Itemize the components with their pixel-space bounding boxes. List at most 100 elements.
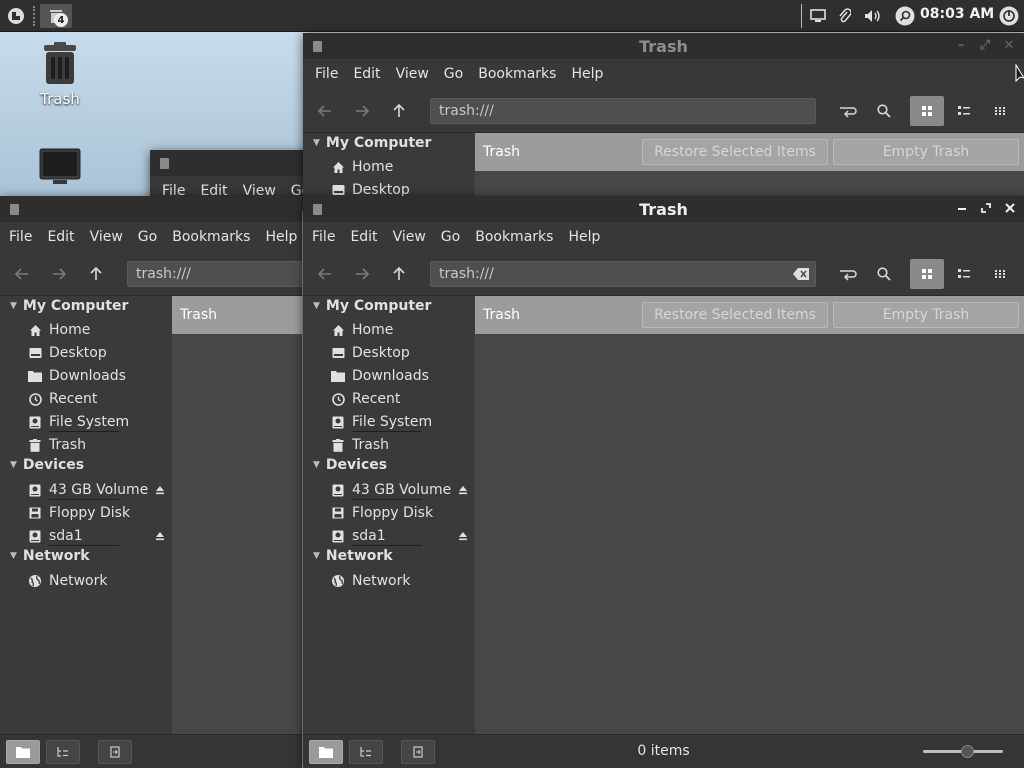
- menu-edit[interactable]: Edit: [47, 229, 74, 245]
- menu-button[interactable]: [4, 4, 28, 28]
- search-button[interactable]: [872, 262, 896, 286]
- menu-file[interactable]: File: [312, 229, 335, 245]
- icon-view-button[interactable]: [910, 96, 944, 126]
- desktop-computer-icon[interactable]: [20, 148, 100, 186]
- forward-button[interactable]: [350, 99, 374, 123]
- menu-edit[interactable]: Edit: [350, 229, 377, 245]
- empty-trash-button[interactable]: Empty Trash: [833, 302, 1019, 328]
- menu-view[interactable]: View: [90, 229, 123, 245]
- sidebar-item-desktop[interactable]: Desktop: [28, 343, 171, 363]
- menu-help[interactable]: Help: [265, 229, 297, 245]
- sidebar-item-recent[interactable]: Recent: [28, 389, 171, 409]
- list-view-button[interactable]: [947, 96, 981, 126]
- close-button[interactable]: ✕: [1002, 38, 1016, 53]
- sidebar-item-recent[interactable]: Recent: [331, 389, 474, 409]
- hide-sidebar-button[interactable]: [98, 740, 132, 764]
- toggle-location-button[interactable]: [836, 262, 860, 286]
- restore-selected-button[interactable]: Restore Selected Items: [642, 302, 828, 328]
- toggle-location-button[interactable]: [836, 99, 860, 123]
- eject-icon[interactable]: [458, 485, 468, 495]
- sidebar-item-downloads[interactable]: Downloads: [28, 366, 171, 386]
- sidebar-item-floppy-disk[interactable]: Floppy Disk: [331, 503, 474, 523]
- menu-view[interactable]: View: [393, 229, 426, 245]
- menu-go[interactable]: Go: [444, 66, 463, 82]
- window-titlebar[interactable]: [0, 196, 302, 222]
- sidebar-item-sda1[interactable]: sda1: [28, 526, 171, 546]
- display-button[interactable]: [808, 4, 828, 28]
- zoom-slider-handle[interactable]: [961, 745, 974, 758]
- taskbar-file-manager-button[interactable]: 4: [40, 4, 72, 28]
- menu-bookmarks[interactable]: Bookmarks: [172, 229, 250, 245]
- menu-view[interactable]: View: [396, 66, 429, 82]
- restore-selected-button[interactable]: Restore Selected Items: [642, 139, 828, 165]
- sidebar-item-network[interactable]: Network: [28, 571, 171, 591]
- file-manager-window-back-top[interactable]: Trash – ⤢ ✕ File Edit View Go Bookmarks …: [303, 33, 1024, 198]
- sidebar-header-devices[interactable]: ▼ Devices: [313, 457, 387, 473]
- menu-help[interactable]: Help: [571, 66, 603, 82]
- menu-file[interactable]: File: [9, 229, 32, 245]
- menu-edit[interactable]: Edit: [353, 66, 380, 82]
- menu-go[interactable]: Go: [441, 229, 460, 245]
- desktop-trash-icon[interactable]: Trash: [20, 42, 100, 108]
- maximize-button[interactable]: [979, 201, 993, 215]
- content-area[interactable]: Trash Restore Selected Items Empty Trash: [475, 296, 1024, 734]
- volume-button[interactable]: [862, 4, 884, 28]
- menu-file[interactable]: File: [315, 66, 338, 82]
- menu-bookmarks[interactable]: Bookmarks: [475, 229, 553, 245]
- menu-go[interactable]: Go: [138, 229, 157, 245]
- sidebar-header-my-computer[interactable]: ▼ My Computer: [313, 135, 431, 151]
- sidebar-header-my-computer[interactable]: ▼ My Computer: [10, 298, 128, 314]
- show-places-button[interactable]: [6, 740, 40, 764]
- sidebar-item-desktop[interactable]: Desktop: [331, 343, 474, 363]
- eject-icon[interactable]: [155, 531, 165, 541]
- sidebar-item-downloads[interactable]: Downloads: [331, 366, 474, 386]
- sidebar-header-network[interactable]: ▼ Network: [10, 548, 90, 564]
- eject-icon[interactable]: [458, 531, 468, 541]
- menu-bookmarks[interactable]: Bookmarks: [478, 66, 556, 82]
- up-button[interactable]: [387, 99, 411, 123]
- up-button[interactable]: [387, 262, 411, 286]
- sidebar-item-home[interactable]: Home: [331, 157, 393, 177]
- location-field[interactable]: trash:///: [430, 98, 816, 124]
- sidebar-item-trash[interactable]: Trash: [331, 435, 474, 455]
- minimize-button[interactable]: –: [954, 38, 968, 53]
- attachments-button[interactable]: [834, 4, 854, 28]
- forward-button[interactable]: [350, 262, 374, 286]
- search-button[interactable]: [893, 4, 917, 28]
- empty-trash-button[interactable]: Empty Trash: [833, 139, 1019, 165]
- back-button[interactable]: [10, 262, 34, 286]
- clock[interactable]: 08:03 AM: [920, 6, 994, 22]
- location-field[interactable]: trash:///: [430, 261, 816, 287]
- window-titlebar[interactable]: [150, 150, 310, 176]
- window-titlebar[interactable]: Trash – ⤢ ✕: [303, 33, 1024, 59]
- eject-icon[interactable]: [155, 485, 165, 495]
- file-manager-window-main[interactable]: Trash File Edit View Go Bookmarks Help t…: [303, 196, 1024, 768]
- file-manager-window-left[interactable]: File Edit View Go Bookmarks Help trash:/…: [0, 196, 302, 768]
- sidebar-header-devices[interactable]: ▼ Devices: [10, 457, 84, 473]
- sidebar-header-my-computer[interactable]: ▼ My Computer: [313, 298, 431, 314]
- sidebar-item-43-gb-volume[interactable]: 43 GB Volume: [28, 480, 171, 500]
- back-button[interactable]: [313, 99, 337, 123]
- show-tree-button[interactable]: [46, 740, 80, 764]
- maximize-button[interactable]: ⤢: [978, 38, 992, 53]
- menu-help[interactable]: Help: [568, 229, 600, 245]
- sidebar-item-file-system[interactable]: File System: [28, 412, 171, 432]
- sidebar-item-home[interactable]: Home: [331, 320, 474, 340]
- location-field[interactable]: trash:///: [127, 261, 302, 287]
- zoom-slider[interactable]: [923, 745, 1003, 758]
- compact-view-button[interactable]: [983, 259, 1017, 289]
- icon-view-button[interactable]: [910, 259, 944, 289]
- sidebar-item-43-gb-volume[interactable]: 43 GB Volume: [331, 480, 474, 500]
- sidebar-item-home[interactable]: Home: [28, 320, 171, 340]
- window-titlebar[interactable]: Trash: [303, 196, 1024, 222]
- sidebar-header-network[interactable]: ▼ Network: [313, 548, 393, 564]
- search-button[interactable]: [872, 99, 896, 123]
- sidebar-item-trash[interactable]: Trash: [28, 435, 171, 455]
- sidebar-item-sda1[interactable]: sda1: [331, 526, 474, 546]
- sidebar-item-file-system[interactable]: File System: [331, 412, 474, 432]
- back-button[interactable]: [313, 262, 337, 286]
- power-button[interactable]: [997, 4, 1021, 28]
- compact-view-button[interactable]: [983, 96, 1017, 126]
- list-view-button[interactable]: [947, 259, 981, 289]
- up-button[interactable]: [84, 262, 108, 286]
